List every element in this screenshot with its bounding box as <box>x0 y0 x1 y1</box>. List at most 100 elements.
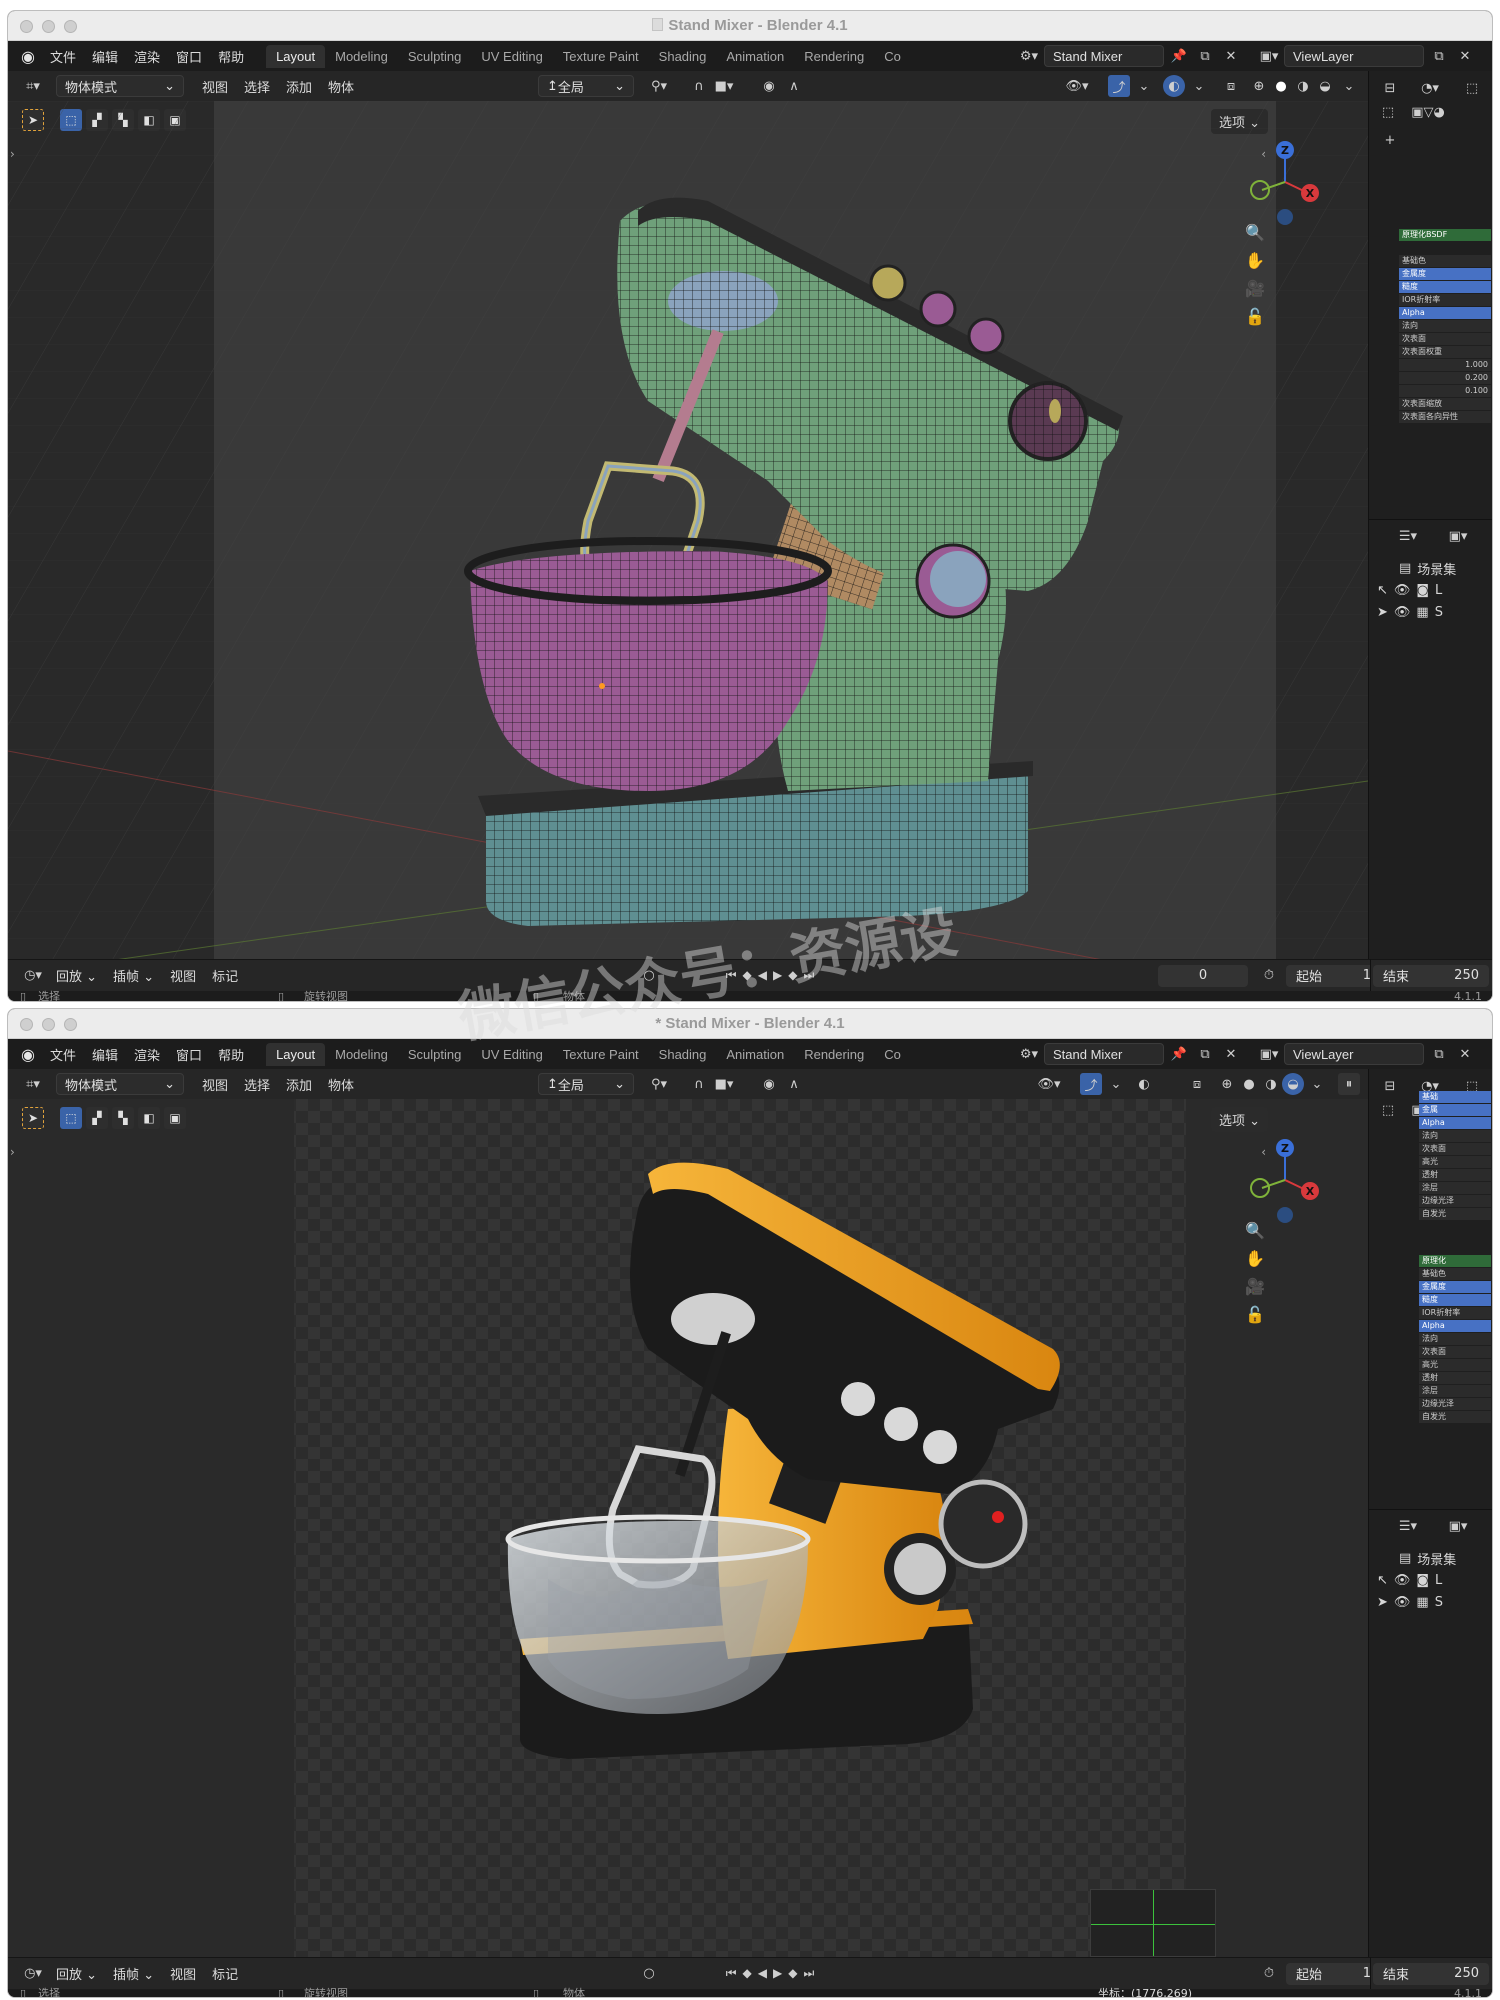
tab-layout[interactable]: Layout <box>266 1042 326 1066</box>
gizmo-neg-z-axis[interactable] <box>1277 209 1293 225</box>
delete-view-layer-icon[interactable]: ✕ <box>1454 45 1476 67</box>
menu-render[interactable]: 渲染 <box>126 1045 168 1064</box>
tab-compositing[interactable]: Co <box>874 1043 911 1066</box>
new-scene-icon[interactable]: ⧉ <box>1194 1043 1216 1065</box>
falloff-icon[interactable]: ∧ <box>783 1073 805 1095</box>
camera-view-icon[interactable]: 🎥 <box>1242 275 1268 301</box>
node-socket[interactable]: 涂层 <box>1419 1385 1491 1397</box>
transform-orientation-dropdown[interactable]: ↥ 全局 ⌄ <box>538 75 634 97</box>
proportional-edit-icon[interactable]: ◉ <box>758 1073 780 1095</box>
new-scene-icon[interactable]: ⧉ <box>1194 45 1216 67</box>
chevron-down-icon[interactable]: ⌄ <box>1338 75 1360 97</box>
tab-layout[interactable]: Layout <box>266 44 326 68</box>
stopwatch-icon[interactable]: ⏱ <box>1258 1963 1280 1985</box>
timeline-view[interactable]: 视图 <box>162 1964 204 1983</box>
tab-uv-editing[interactable]: UV Editing <box>471 45 552 68</box>
filter-icon[interactable]: ▣▾ <box>1447 525 1469 547</box>
editor-type-icon[interactable]: ⌗▾ <box>18 75 48 97</box>
scene-icon[interactable]: ⚙▾ <box>1018 45 1040 67</box>
properties-editor-icon[interactable]: ⊟ <box>1379 77 1401 99</box>
properties-editor-icon[interactable]: ⊟ <box>1379 1075 1401 1097</box>
blender-logo-icon[interactable]: ◉ <box>14 1045 42 1064</box>
object-icon[interactable]: ⬚ <box>1377 1099 1399 1121</box>
tab-compositing[interactable]: Co <box>874 45 911 68</box>
outliner-item[interactable]: ↖ 👁 ◙ L <box>1377 1573 1442 1588</box>
node-socket[interactable]: 透射 <box>1419 1372 1491 1384</box>
gizmo-toggle-icon[interactable]: ⤴ <box>1108 75 1130 97</box>
node-socket[interactable]: IOR折射率 <box>1419 1307 1491 1319</box>
chevron-down-icon[interactable]: ⌄ <box>1133 75 1155 97</box>
mode-dropdown[interactable]: 物体模式 ⌄ <box>56 75 184 97</box>
record-icon[interactable]: ○ <box>638 1963 660 1985</box>
snap-icon[interactable]: ∩ <box>688 1073 710 1095</box>
shading-material-icon[interactable]: ◑ <box>1260 1073 1282 1095</box>
node-socket[interactable]: 自发光 <box>1419 1411 1491 1423</box>
shading-wireframe-icon[interactable]: ⊕ <box>1248 75 1270 97</box>
select-box-invert-icon[interactable]: ◧ <box>138 1107 160 1129</box>
camera-view-icon[interactable]: 🎥 <box>1242 1273 1268 1299</box>
chevron-down-icon[interactable]: ⌄ <box>1105 1073 1127 1095</box>
scene-name-field[interactable]: Stand Mixer <box>1044 1043 1164 1065</box>
node-socket[interactable]: Alpha <box>1419 1320 1491 1332</box>
timeline-keying[interactable]: 插帧 ⌄ <box>105 966 162 985</box>
blender-logo-icon[interactable]: ◉ <box>14 47 42 66</box>
select-box-extend-icon[interactable]: ▞ <box>86 1107 108 1129</box>
snap-target-icon[interactable]: ■▾ <box>713 1073 735 1095</box>
menu-file[interactable]: 文件 <box>42 1045 84 1064</box>
shading-solid-icon[interactable]: ● <box>1270 75 1292 97</box>
tab-animation[interactable]: Animation <box>716 45 794 68</box>
timeline-editor-icon[interactable]: ◷▾ <box>18 1963 48 1985</box>
eye-icon[interactable]: 👁 <box>1394 1573 1411 1588</box>
menu-window[interactable]: 窗口 <box>168 47 210 66</box>
snap-target-icon[interactable]: ■▾ <box>713 75 735 97</box>
node-socket[interactable]: 边缘光泽 <box>1419 1195 1491 1207</box>
node-value[interactable]: 1.000 <box>1399 359 1491 371</box>
outliner-item[interactable]: ↖ 👁 ◙ L <box>1377 583 1442 598</box>
node-socket[interactable]: 高光 <box>1419 1156 1491 1168</box>
node-socket[interactable]: Alpha <box>1399 307 1491 319</box>
node-socket[interactable]: 糙度 <box>1399 281 1491 293</box>
view-layer-field[interactable]: ViewLayer <box>1284 45 1424 67</box>
shading-rendered-icon[interactable]: ◒ <box>1282 1073 1304 1095</box>
chevron-down-icon[interactable]: ⌄ <box>1188 75 1210 97</box>
node-socket[interactable]: 基础色 <box>1419 1268 1491 1280</box>
outliner-scene-collection[interactable]: ▤ 场景集 <box>1399 559 1456 578</box>
editor-type-icon[interactable]: ⌗▾ <box>18 1073 48 1095</box>
menu-edit[interactable]: 编辑 <box>84 1045 126 1064</box>
render-engine-icon[interactable]: ◔▾ <box>1419 77 1441 99</box>
node-socket[interactable]: 次表面 <box>1399 333 1491 345</box>
gizmo-toggle-icon[interactable]: ⤴ <box>1080 1073 1102 1095</box>
timeline-keying[interactable]: 插帧 ⌄ <box>105 1964 162 1983</box>
select-tool-icon[interactable]: ➤ <box>22 1107 44 1129</box>
maximize-icon[interactable]: ⬚ <box>1461 77 1483 99</box>
tab-shading[interactable]: Shading <box>649 1043 717 1066</box>
tab-modeling[interactable]: Modeling <box>325 45 398 68</box>
node-socket[interactable]: 高光 <box>1419 1359 1491 1371</box>
visibility-icon[interactable]: 👁▾ <box>1037 1073 1060 1095</box>
menu-render[interactable]: 渲染 <box>126 47 168 66</box>
header-menu-object[interactable]: 物体 <box>320 1075 362 1094</box>
header-menu-object[interactable]: 物体 <box>320 77 362 96</box>
timeline-marker[interactable]: 标记 <box>204 966 246 985</box>
view-layer-field[interactable]: ViewLayer <box>1284 1043 1424 1065</box>
tab-rendering[interactable]: Rendering <box>794 45 874 68</box>
pin-icon[interactable]: 📌 <box>1168 1043 1190 1065</box>
node-value[interactable]: 0.100 <box>1399 385 1491 397</box>
node-socket[interactable]: 法向 <box>1419 1130 1491 1142</box>
eye-icon[interactable]: 👁 <box>1394 605 1411 620</box>
node-socket[interactable]: IOR折射率 <box>1399 294 1491 306</box>
options-dropdown[interactable]: 选项 ⌄ <box>1210 1107 1268 1132</box>
menu-file[interactable]: 文件 <box>42 47 84 66</box>
header-menu-view[interactable]: 视图 <box>194 1075 236 1094</box>
lock-icon[interactable]: 🔓 <box>1242 303 1268 329</box>
node-socket[interactable]: 法向 <box>1399 320 1491 332</box>
material-preview-icon[interactable]: ▣▽◕ <box>1411 101 1445 123</box>
delete-scene-icon[interactable]: ✕ <box>1220 45 1242 67</box>
tab-modeling[interactable]: Modeling <box>325 1043 398 1066</box>
current-frame-field[interactable]: 0 <box>1158 964 1248 987</box>
header-menu-select[interactable]: 选择 <box>236 1075 278 1094</box>
gizmo-neg-z-axis[interactable] <box>1277 1207 1293 1223</box>
3d-viewport[interactable]: ➤ ⬚ ▞ ▚ ◧ ▣ › 选项 ⌄ ‹ Z X 🔍 ✋ 🎥 🔓 <box>8 1099 1368 1957</box>
lock-icon[interactable]: 🔓 <box>1242 1301 1268 1327</box>
timeline-editor-icon[interactable]: ◷▾ <box>18 965 48 987</box>
